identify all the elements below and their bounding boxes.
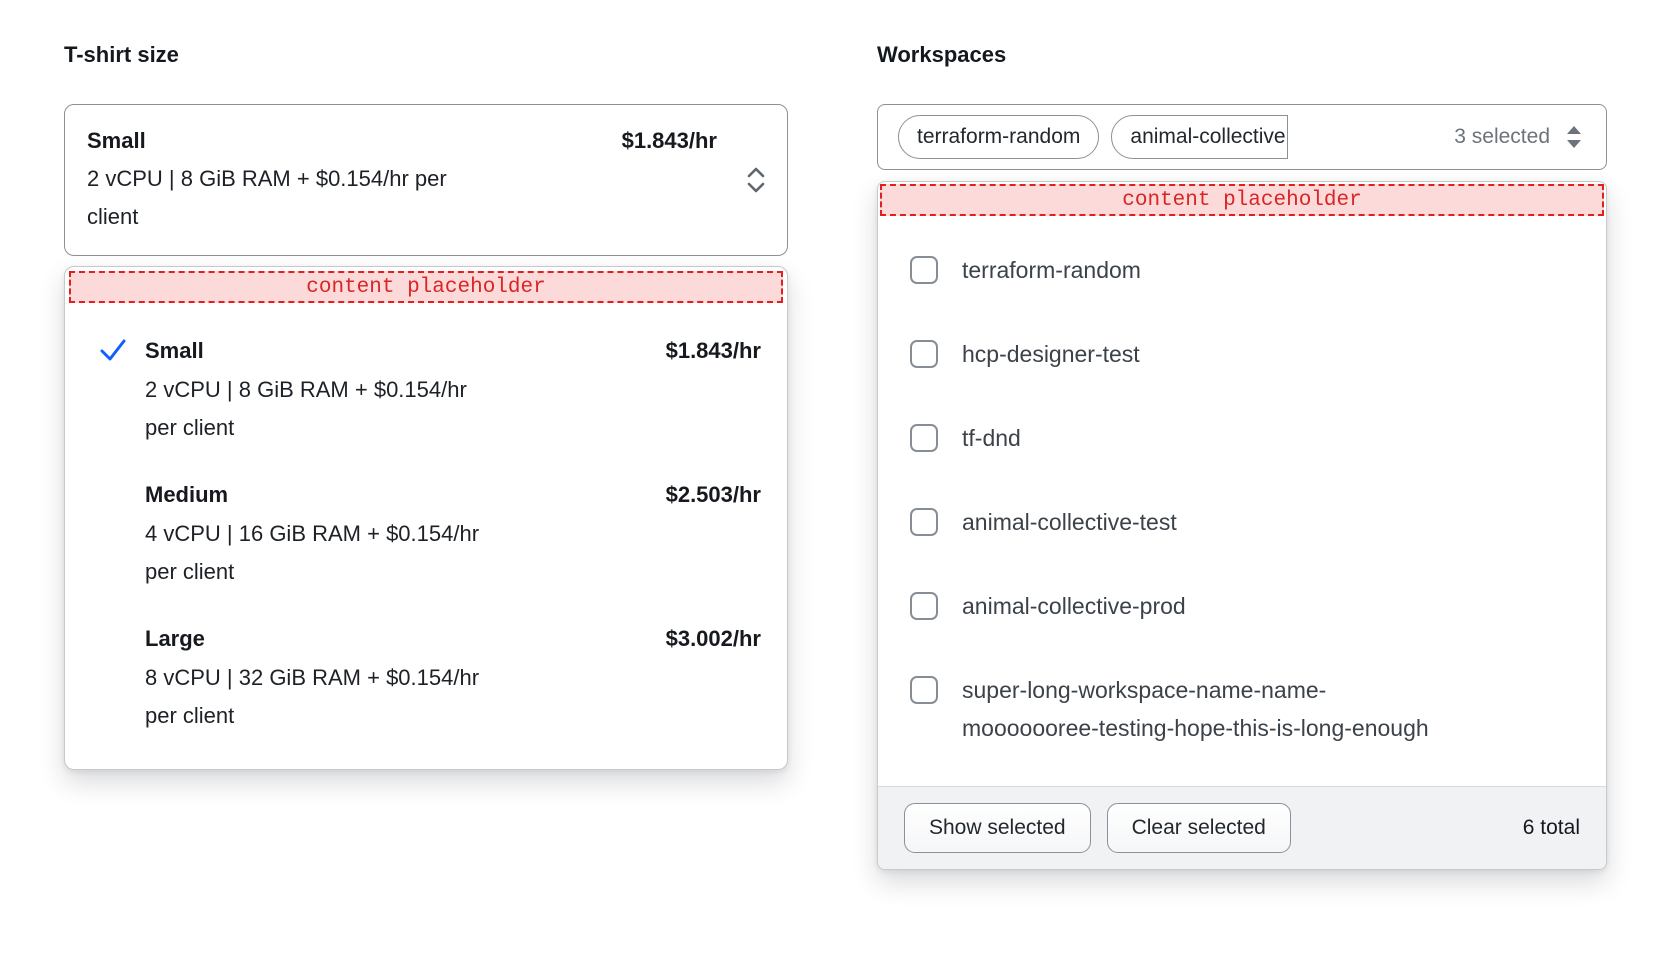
content-placeholder: content placeholder <box>880 184 1604 216</box>
workspace-name: animal-collective-test <box>962 503 1177 541</box>
workspace-name: animal-collective-prod <box>962 587 1186 625</box>
selected-size-title: Small <box>87 122 146 160</box>
workspaces-section: Workspaces terraform-random animal-colle… <box>877 40 1607 870</box>
check-spacer <box>99 619 129 735</box>
workspace-name: super-long-workspace-name-name- moooooor… <box>962 671 1429 747</box>
tshirt-option-small[interactable]: Small $1.843/hr 2 vCPU | 8 GiB RAM + $0.… <box>69 303 783 447</box>
check-spacer <box>99 475 129 591</box>
show-selected-button[interactable]: Show selected <box>904 803 1091 853</box>
option-desc-line2: per client <box>145 697 761 735</box>
option-desc-line2: per client <box>145 409 761 447</box>
tshirt-option-large[interactable]: Large $3.002/hr 8 vCPU | 32 GiB RAM + $0… <box>69 591 783 735</box>
tshirt-size-label: T-shirt size <box>64 40 788 70</box>
tshirt-size-dropdown: content placeholder Small $1.843/hr 2 vC… <box>64 266 788 770</box>
tag-animal-collective[interactable]: animal-collective <box>1111 115 1287 159</box>
tshirt-option-medium[interactable]: Medium $2.503/hr 4 vCPU | 16 GiB RAM + $… <box>69 447 783 591</box>
workspaces-dropdown-footer: Show selected Clear selected 6 total <box>878 786 1606 869</box>
workspace-option-super-long-workspace[interactable]: super-long-workspace-name-name- moooooor… <box>910 648 1578 770</box>
tshirt-size-select[interactable]: Small $1.843/hr 2 vCPU | 8 GiB RAM + $0.… <box>64 104 788 256</box>
workspaces-option-list: terraform-random hcp-designer-test tf-dn… <box>878 216 1606 786</box>
workspace-option-tf-dnd[interactable]: tf-dnd <box>910 396 1578 480</box>
option-title: Small <box>145 331 204 371</box>
selected-count: 3 selected <box>1454 125 1550 149</box>
chevron-updown-icon <box>1562 122 1586 152</box>
checkbox[interactable] <box>910 592 938 620</box>
option-price: $3.002/hr <box>666 619 761 659</box>
workspace-option-terraform-random[interactable]: terraform-random <box>910 228 1578 312</box>
option-desc-line2: per client <box>145 553 761 591</box>
workspace-name: hcp-designer-test <box>962 335 1140 373</box>
workspaces-multiselect-trigger[interactable]: terraform-random animal-collective 3 sel… <box>877 104 1607 170</box>
selected-size-desc-line2: client <box>87 198 717 236</box>
workspace-name: terraform-random <box>962 251 1141 289</box>
checkbox[interactable] <box>910 424 938 452</box>
workspaces-label: Workspaces <box>877 40 1607 70</box>
tshirt-size-section: T-shirt size Small $1.843/hr 2 vCPU | 8 … <box>64 40 788 770</box>
workspace-option-animal-collective-test[interactable]: animal-collective-test <box>910 480 1578 564</box>
select-caret-icon <box>745 165 767 195</box>
content-placeholder: content placeholder <box>69 271 783 303</box>
option-desc-line1: 4 vCPU | 16 GiB RAM + $0.154/hr <box>145 515 761 553</box>
workspaces-dropdown: content placeholder terraform-random hcp… <box>877 181 1607 870</box>
workspace-name: tf-dnd <box>962 419 1021 457</box>
checkbox[interactable] <box>910 256 938 284</box>
checkbox[interactable] <box>910 508 938 536</box>
workspace-name-line1: super-long-workspace-name-name- <box>962 677 1326 703</box>
option-desc-line1: 8 vCPU | 32 GiB RAM + $0.154/hr <box>145 659 761 697</box>
tag-terraform-random[interactable]: terraform-random <box>898 115 1099 159</box>
workspace-option-animal-collective-prod[interactable]: animal-collective-prod <box>910 564 1578 648</box>
selected-size-price: $1.843/hr <box>622 122 717 160</box>
checkbox[interactable] <box>910 676 938 704</box>
option-price: $2.503/hr <box>666 475 761 515</box>
option-desc-line1: 2 vCPU | 8 GiB RAM + $0.154/hr <box>145 371 761 409</box>
check-icon <box>99 331 129 447</box>
workspace-name-line2: mooooooree-testing-hope-this-is-long-eno… <box>962 715 1429 741</box>
clear-selected-button[interactable]: Clear selected <box>1107 803 1291 853</box>
option-title: Large <box>145 619 205 659</box>
selected-size-desc-line1: 2 vCPU | 8 GiB RAM + $0.154/hr per <box>87 160 717 198</box>
workspace-option-hcp-designer-test[interactable]: hcp-designer-test <box>910 312 1578 396</box>
checkbox[interactable] <box>910 340 938 368</box>
option-price: $1.843/hr <box>666 331 761 371</box>
total-count: 6 total <box>1523 816 1580 840</box>
option-title: Medium <box>145 475 228 515</box>
